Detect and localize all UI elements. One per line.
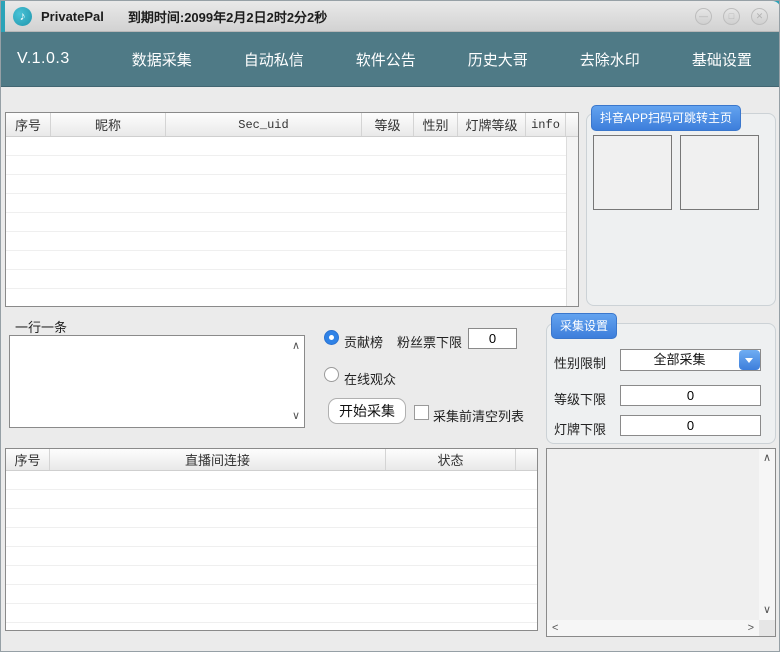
clear-before-collect-checkbox[interactable]	[414, 405, 429, 420]
fans-ticket-floor-input[interactable]	[468, 328, 517, 349]
log-panel: ∧ ∨ < >	[546, 448, 776, 637]
gender-limit-value: 全部采集	[621, 350, 738, 370]
log-horizontal-scrollbar[interactable]: < >	[547, 620, 759, 636]
scrollbar-corner	[759, 620, 775, 636]
expiry-time-text: 到期时间:2099年2月2日2时2分2秒	[128, 7, 327, 26]
col-lamp-level: 灯牌等级	[458, 113, 526, 136]
lines-input-label: 一行一条	[15, 317, 67, 336]
tab-basic-settings[interactable]: 基础设置	[666, 35, 778, 84]
level-floor-label: 等级下限	[554, 389, 606, 408]
qr-panel	[586, 113, 776, 306]
header-spacer	[516, 449, 537, 470]
header-spacer	[566, 113, 578, 136]
clear-before-collect-label: 采集前清空列表	[433, 406, 524, 425]
col-nickname: 昵称	[51, 113, 166, 136]
nav-tabs: 数据采集 自动私信 软件公告 历史大哥 去除水印 基础设置	[106, 35, 778, 84]
app-name: PrivatePal	[41, 9, 104, 24]
log-vertical-scrollbar[interactable]: ∧ ∨	[759, 449, 775, 620]
scroll-left-icon[interactable]: <	[552, 623, 558, 634]
col-index: 序号	[6, 113, 51, 136]
users-table-scrollbar[interactable]	[566, 137, 578, 306]
qr-panel-title-badge: 抖音APP扫码可跳转主页	[591, 105, 741, 131]
scroll-up-icon[interactable]: ∧	[763, 453, 771, 464]
minimize-button[interactable]: —	[695, 8, 712, 25]
gender-limit-label: 性别限制	[554, 353, 606, 372]
start-collect-button[interactable]: 开始采集	[328, 398, 406, 424]
col-room-status: 状态	[386, 449, 516, 470]
contribution-rank-radio[interactable]	[324, 330, 339, 345]
online-viewers-radio[interactable]	[324, 367, 339, 382]
scroll-up-icon[interactable]: ∧	[292, 341, 300, 352]
tab-data-collect[interactable]: 数据采集	[106, 35, 218, 84]
col-info: info	[526, 113, 566, 136]
window-controls: — □ ✕	[695, 8, 768, 25]
chevron-down-icon[interactable]	[739, 350, 760, 370]
online-viewers-label: 在线观众	[344, 369, 396, 388]
users-table-body	[6, 137, 566, 306]
col-room-index: 序号	[6, 449, 50, 470]
title-bar-surface: ♪ PrivatePal 到期时间:2099年2月2日2时2分2秒 — □ ✕	[5, 1, 780, 32]
title-bar: ♪ PrivatePal 到期时间:2099年2月2日2时2分2秒 — □ ✕	[1, 1, 780, 32]
rooms-table: 序号 直播间连接 状态	[5, 448, 538, 631]
close-button[interactable]: ✕	[751, 8, 768, 25]
maximize-button[interactable]: □	[723, 8, 740, 25]
level-floor-input[interactable]	[620, 385, 761, 406]
scroll-right-icon[interactable]: >	[748, 623, 754, 634]
col-gender: 性别	[414, 113, 458, 136]
tab-remove-watermark[interactable]: 去除水印	[554, 35, 666, 84]
users-table: 序号 昵称 Sec_uid 等级 性别 灯牌等级 info	[5, 112, 579, 307]
lamp-floor-input[interactable]	[620, 415, 761, 436]
col-room-link: 直播间连接	[50, 449, 386, 470]
col-level: 等级	[362, 113, 414, 136]
tab-announcement[interactable]: 软件公告	[330, 35, 442, 84]
version-label: V.1.0.3	[17, 50, 70, 68]
nav-bar: V.1.0.3 数据采集 自动私信 软件公告 历史大哥 去除水印 基础设置	[1, 32, 780, 87]
scroll-down-icon[interactable]: ∨	[292, 411, 300, 422]
gender-limit-select[interactable]: 全部采集	[620, 349, 761, 371]
lines-input-textarea[interactable]	[10, 336, 288, 427]
users-table-header: 序号 昵称 Sec_uid 等级 性别 灯牌等级 info	[6, 113, 578, 137]
rooms-table-body	[6, 471, 537, 630]
lines-input-box: ∧ ∨	[9, 335, 305, 428]
tab-auto-message[interactable]: 自动私信	[218, 35, 330, 84]
col-sec-uid: Sec_uid	[166, 113, 362, 136]
fans-ticket-floor-label: 粉丝票下限	[397, 332, 462, 351]
app-logo-icon: ♪	[13, 7, 32, 26]
lamp-floor-label: 灯牌下限	[554, 419, 606, 438]
tab-history-bigbro[interactable]: 历史大哥	[442, 35, 554, 84]
rooms-table-header: 序号 直播间连接 状态	[6, 449, 537, 471]
app-window: ♪ PrivatePal 到期时间:2099年2月2日2时2分2秒 — □ ✕ …	[0, 0, 780, 652]
collect-settings-title-badge: 采集设置	[551, 313, 617, 339]
qr-code-box-left	[593, 135, 672, 210]
scroll-down-icon[interactable]: ∨	[763, 605, 771, 616]
qr-code-box-right	[680, 135, 759, 210]
contribution-rank-label: 贡献榜	[344, 332, 383, 351]
